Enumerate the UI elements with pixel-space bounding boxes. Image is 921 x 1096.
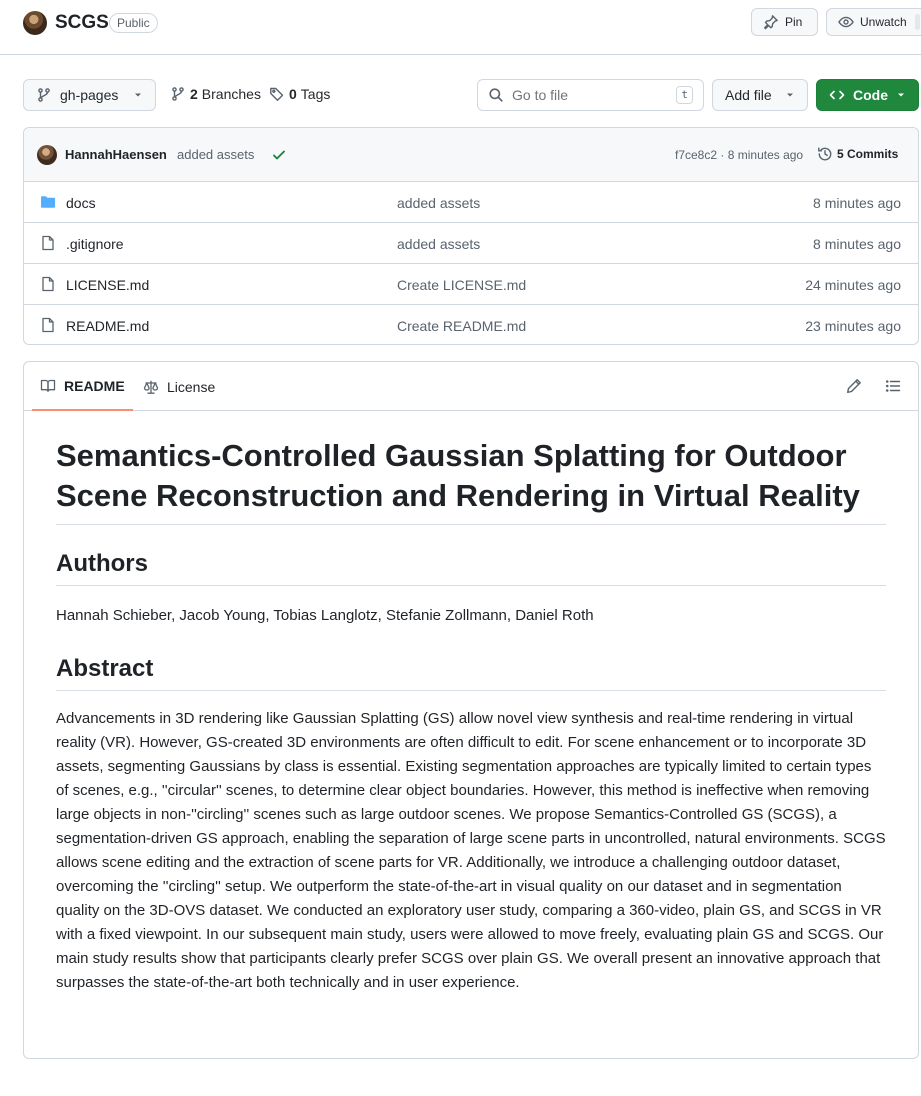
unwatch-button[interactable]: Unwatch xyxy=(826,8,921,36)
readme-content: Semantics-Controlled Gaussian Splatting … xyxy=(56,436,886,995)
add-file-button[interactable]: Add file xyxy=(712,79,808,111)
tags-label: Tags xyxy=(300,86,331,102)
branch-icon xyxy=(36,87,52,103)
repo-header: SCGS Public Pin Unwatch xyxy=(0,0,921,55)
commit-author-avatar[interactable] xyxy=(37,145,57,165)
history-icon xyxy=(817,146,833,162)
file-commit-message[interactable]: Create README.md xyxy=(397,318,526,334)
tab-readme[interactable]: README xyxy=(32,362,133,411)
go-to-file-search[interactable]: t xyxy=(477,79,704,111)
file-commit-message[interactable]: Create LICENSE.md xyxy=(397,277,526,293)
code-label: Code xyxy=(853,87,888,103)
separator-dot: · xyxy=(720,148,728,162)
branch-icon xyxy=(170,86,186,102)
code-button[interactable]: Code xyxy=(816,79,919,111)
latest-commit-bar: HannahHaensen added assets f7ce8c2 · 8 m… xyxy=(24,128,918,182)
file-name[interactable]: docs xyxy=(66,195,96,211)
branch-name: gh-pages xyxy=(60,87,119,103)
commit-author[interactable]: HannahHaensen xyxy=(65,147,167,162)
authors-text: Hannah Schieber, Jacob Young, Tobias Lan… xyxy=(56,607,594,624)
add-file-label: Add file xyxy=(725,87,772,103)
file-icon xyxy=(40,317,56,333)
file-time: 8 minutes ago xyxy=(813,236,901,252)
repo-name[interactable]: SCGS xyxy=(55,12,109,34)
law-icon xyxy=(143,379,159,395)
file-row[interactable]: docs added assets 8 minutes ago xyxy=(24,182,918,223)
folder-icon xyxy=(40,194,56,210)
tab-readme-label: README xyxy=(64,377,125,394)
commits-link[interactable]: 5 Commits xyxy=(817,146,898,162)
authors-heading: Authors xyxy=(56,549,886,586)
file-time: 23 minutes ago xyxy=(805,318,901,334)
keyboard-shortcut-hint: t xyxy=(676,86,693,104)
caret-down-icon xyxy=(133,90,143,100)
unwatch-label: Unwatch xyxy=(860,15,907,29)
readme-tabs: README License xyxy=(24,362,918,411)
code-icon xyxy=(829,87,845,103)
eye-icon xyxy=(838,14,854,30)
caret-down-icon xyxy=(896,90,906,100)
file-row[interactable]: README.md Create README.md 23 minutes ag… xyxy=(24,305,918,344)
tag-icon xyxy=(269,86,285,102)
list-unordered-icon[interactable] xyxy=(885,378,901,394)
commit-hash: f7ce8c2 xyxy=(675,148,718,162)
visibility-badge: Public xyxy=(109,13,158,33)
commit-message[interactable]: added assets xyxy=(177,147,254,162)
branches-count: 2 xyxy=(190,86,198,102)
file-icon xyxy=(40,235,56,251)
branch-select-button[interactable]: gh-pages xyxy=(23,79,156,111)
watch-count-badge xyxy=(914,14,920,30)
file-time: 24 minutes ago xyxy=(805,277,901,293)
readme-panel: README License Semantics-Controlled Gaus… xyxy=(23,361,919,1059)
file-commit-message[interactable]: added assets xyxy=(397,236,480,252)
commits-label: 5 Commits xyxy=(837,147,899,161)
search-icon xyxy=(488,87,504,103)
caret-down-icon xyxy=(785,90,795,100)
tags-link[interactable]: 0 Tags xyxy=(269,86,330,102)
pin-label: Pin xyxy=(785,15,803,29)
branches-label: Branches xyxy=(201,86,261,102)
file-name[interactable]: README.md xyxy=(66,318,149,334)
abstract-heading: Abstract xyxy=(56,654,886,691)
file-time: 8 minutes ago xyxy=(813,195,901,211)
commit-hash-time[interactable]: f7ce8c2 · 8 minutes ago xyxy=(675,148,803,162)
file-row[interactable]: .gitignore added assets 8 minutes ago xyxy=(24,223,918,264)
file-commit-message[interactable]: added assets xyxy=(397,195,480,211)
file-browser: HannahHaensen added assets f7ce8c2 · 8 m… xyxy=(23,127,919,345)
tab-license[interactable]: License xyxy=(135,362,223,411)
check-icon[interactable] xyxy=(271,147,287,163)
file-icon xyxy=(40,276,56,292)
tab-license-label: License xyxy=(167,378,216,395)
tags-count: 0 xyxy=(289,86,297,102)
abstract-text: Advancements in 3D rendering like Gaussi… xyxy=(56,710,886,991)
owner-avatar[interactable] xyxy=(23,11,47,35)
file-name[interactable]: .gitignore xyxy=(66,236,124,252)
pencil-icon[interactable] xyxy=(846,378,862,394)
readme-title: Semantics-Controlled Gaussian Splatting … xyxy=(56,436,886,525)
go-to-file-input[interactable] xyxy=(512,87,662,103)
branches-link[interactable]: 2 Branches xyxy=(170,86,261,102)
pin-button[interactable]: Pin xyxy=(751,8,818,36)
file-name[interactable]: LICENSE.md xyxy=(66,277,149,293)
commit-time: 8 minutes ago xyxy=(727,148,804,162)
book-icon xyxy=(40,378,56,394)
pin-icon xyxy=(763,14,779,30)
file-row[interactable]: LICENSE.md Create LICENSE.md 24 minutes … xyxy=(24,264,918,305)
